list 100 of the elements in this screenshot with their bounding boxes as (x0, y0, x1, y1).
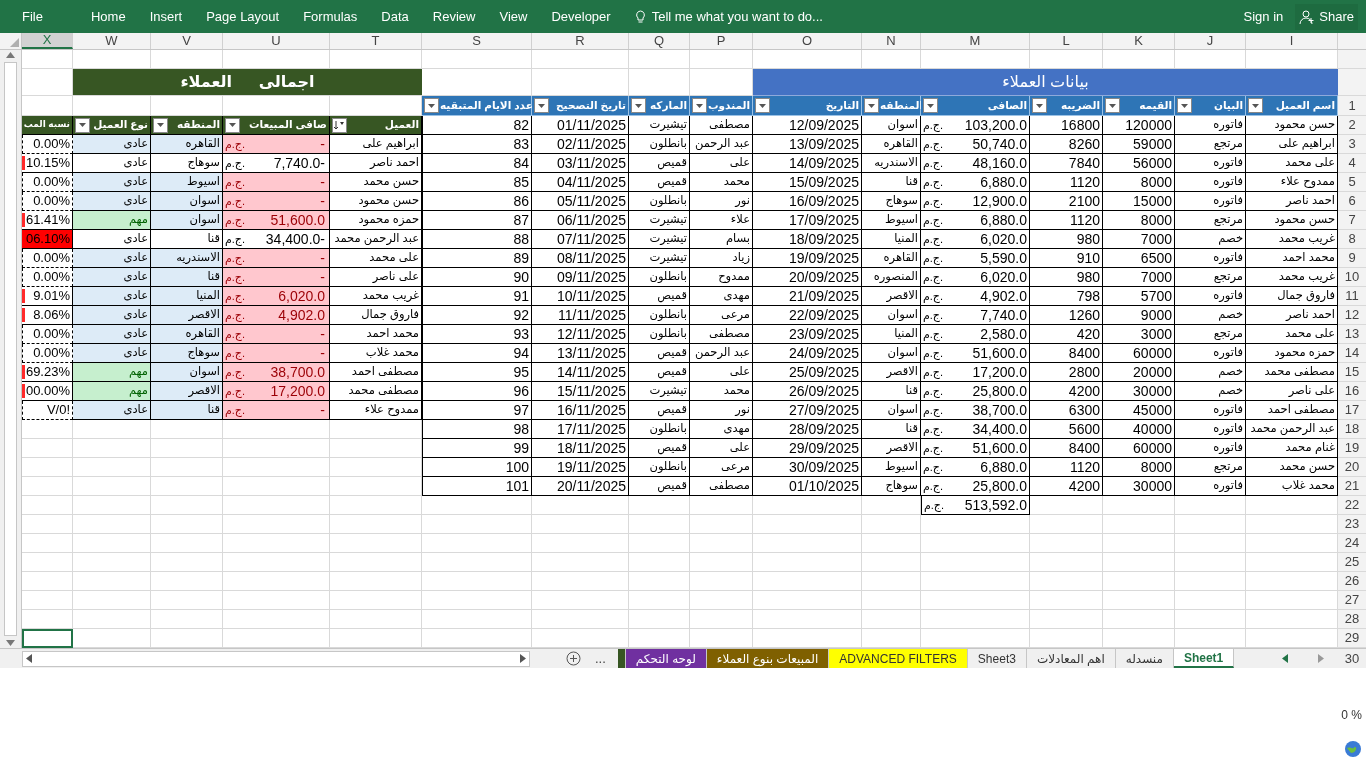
row-header[interactable]: 6 (1338, 192, 1366, 211)
filter-button[interactable] (923, 98, 938, 113)
row-number: 24 (1344, 534, 1360, 553)
row-header[interactable]: 20 (1338, 458, 1366, 477)
filter-button[interactable] (692, 98, 707, 113)
tab-left-icon[interactable] (1282, 654, 1288, 663)
row-header[interactable]: 11 (1338, 287, 1366, 306)
table-cell: فاتوره (1175, 287, 1246, 306)
currency-label: ج.م. (923, 174, 944, 191)
ribbon-tab[interactable]: Home (80, 6, 136, 27)
row-header[interactable]: 13 (1338, 325, 1366, 344)
ribbon-tab[interactable]: Insert (139, 6, 193, 27)
row-header[interactable]: 3 (1338, 135, 1366, 154)
row-header[interactable]: 10 (1338, 268, 1366, 287)
filter-button[interactable] (153, 117, 168, 133)
scroll-up-icon[interactable] (6, 52, 15, 58)
column-letter[interactable]: L (1030, 33, 1103, 49)
column-letter[interactable]: O (753, 33, 862, 49)
row-header[interactable]: 21 (1338, 477, 1366, 496)
filter-button[interactable] (1248, 98, 1263, 113)
column-letter[interactable]: P (690, 33, 753, 49)
scroll-right-icon[interactable] (520, 654, 526, 663)
sheet-tab[interactable]: منسدله (1115, 649, 1174, 668)
scroll-down-icon[interactable] (6, 640, 15, 646)
row-header[interactable]: 15 (1338, 363, 1366, 382)
ribbon-tab[interactable]: View (489, 6, 538, 27)
table-cell: مهدى (690, 287, 753, 306)
ribbon-tab[interactable]: Review (422, 6, 486, 27)
sheet-tab[interactable]: ADVANCED FILTERS (829, 649, 968, 668)
row-header[interactable]: 16 (1338, 382, 1366, 401)
table-cell: 5600 (1030, 420, 1103, 439)
row-header[interactable]: 25 (1338, 553, 1366, 572)
row-header[interactable]: 4 (1338, 154, 1366, 173)
column-letter[interactable]: K (1103, 33, 1175, 49)
column-letter[interactable]: N (862, 33, 921, 49)
horizontal-scrollbar[interactable] (22, 650, 530, 667)
column-letter[interactable]: R (532, 33, 629, 49)
scrollbar-thumb[interactable] (4, 62, 17, 636)
sheet-tab[interactable]: Sheet1 (1173, 649, 1235, 668)
filter-button[interactable] (75, 117, 90, 133)
grid-cell (22, 420, 73, 439)
add-sheet-icon[interactable] (566, 651, 581, 666)
ribbon-tab[interactable]: Formulas (293, 6, 368, 27)
ribbon-tab[interactable]: File (12, 6, 53, 27)
column-letter[interactable]: X (22, 33, 73, 49)
more-sheets[interactable]: ... (595, 648, 606, 669)
vertical-scrollbar[interactable] (0, 50, 22, 648)
share-button[interactable]: Share (1295, 3, 1358, 30)
row-header[interactable]: 9 (1338, 249, 1366, 268)
row-header[interactable]: 5 (1338, 173, 1366, 192)
filter-button[interactable] (424, 98, 439, 113)
row-header[interactable]: 1 (1338, 96, 1366, 116)
filter-button[interactable] (225, 117, 240, 133)
row-header[interactable]: 24 (1338, 534, 1366, 553)
row-header[interactable]: 18 (1338, 420, 1366, 439)
ribbon-tab[interactable]: Developer (541, 6, 621, 27)
column-letter[interactable]: M (921, 33, 1030, 49)
filter-button[interactable] (1177, 98, 1192, 113)
column-letter[interactable]: S (422, 33, 532, 49)
sheet-tab[interactable]: المبيعات بنوع العملاء (706, 649, 830, 668)
row-header[interactable]: 26 (1338, 572, 1366, 591)
column-letter[interactable]: T (330, 33, 422, 49)
row-header[interactable]: 17 (1338, 401, 1366, 420)
sheet-tab[interactable]: اهم المعادلات (1026, 649, 1116, 668)
filter-button[interactable] (864, 98, 879, 113)
row-header[interactable]: 27 (1338, 591, 1366, 610)
filter-button[interactable] (534, 98, 549, 113)
ribbon-tab[interactable]: Page Layout (196, 6, 290, 27)
table-cell: 7000 (1103, 268, 1175, 287)
sheet-tab[interactable] (617, 649, 626, 668)
column-letter[interactable]: Q (629, 33, 690, 49)
row-header[interactable]: 14 (1338, 344, 1366, 363)
filter-button[interactable] (755, 98, 770, 113)
sheet-tab[interactable]: لوحه التحكم (625, 649, 707, 668)
row-header[interactable]: 22 (1338, 496, 1366, 515)
column-letter[interactable]: V (151, 33, 223, 49)
row-header[interactable]: 7 (1338, 211, 1366, 230)
scroll-left-icon[interactable] (26, 654, 32, 663)
tell-me-field[interactable]: Tell me what you want to do... (651, 6, 823, 27)
filter-button[interactable] (631, 98, 646, 113)
row-header[interactable]: 2 (1338, 116, 1366, 135)
row-header[interactable]: 29 (1338, 629, 1366, 648)
table-cell: 45000 (1103, 401, 1175, 420)
filter-button[interactable] (1032, 98, 1047, 113)
column-letter[interactable]: J (1175, 33, 1246, 49)
column-letter[interactable]: I (1246, 33, 1338, 49)
table-cell: 19/09/2025 (753, 249, 862, 268)
row-header[interactable]: 19 (1338, 439, 1366, 458)
sign-in-link[interactable]: Sign in (1243, 6, 1284, 27)
row-header[interactable]: 28 (1338, 610, 1366, 629)
column-letter[interactable]: U (223, 33, 330, 49)
table-cell: حسن محمد (330, 173, 422, 192)
row-number: 16 (1344, 382, 1360, 401)
filter-button[interactable] (1105, 98, 1120, 113)
ribbon-tab[interactable]: Data (371, 6, 419, 27)
row-header[interactable]: 8 (1338, 230, 1366, 249)
cell-value: 2,580.0 (980, 324, 1027, 344)
row-header[interactable]: 12 (1338, 306, 1366, 325)
row-header[interactable]: 23 (1338, 515, 1366, 534)
sort-filter-button[interactable] (332, 117, 347, 133)
